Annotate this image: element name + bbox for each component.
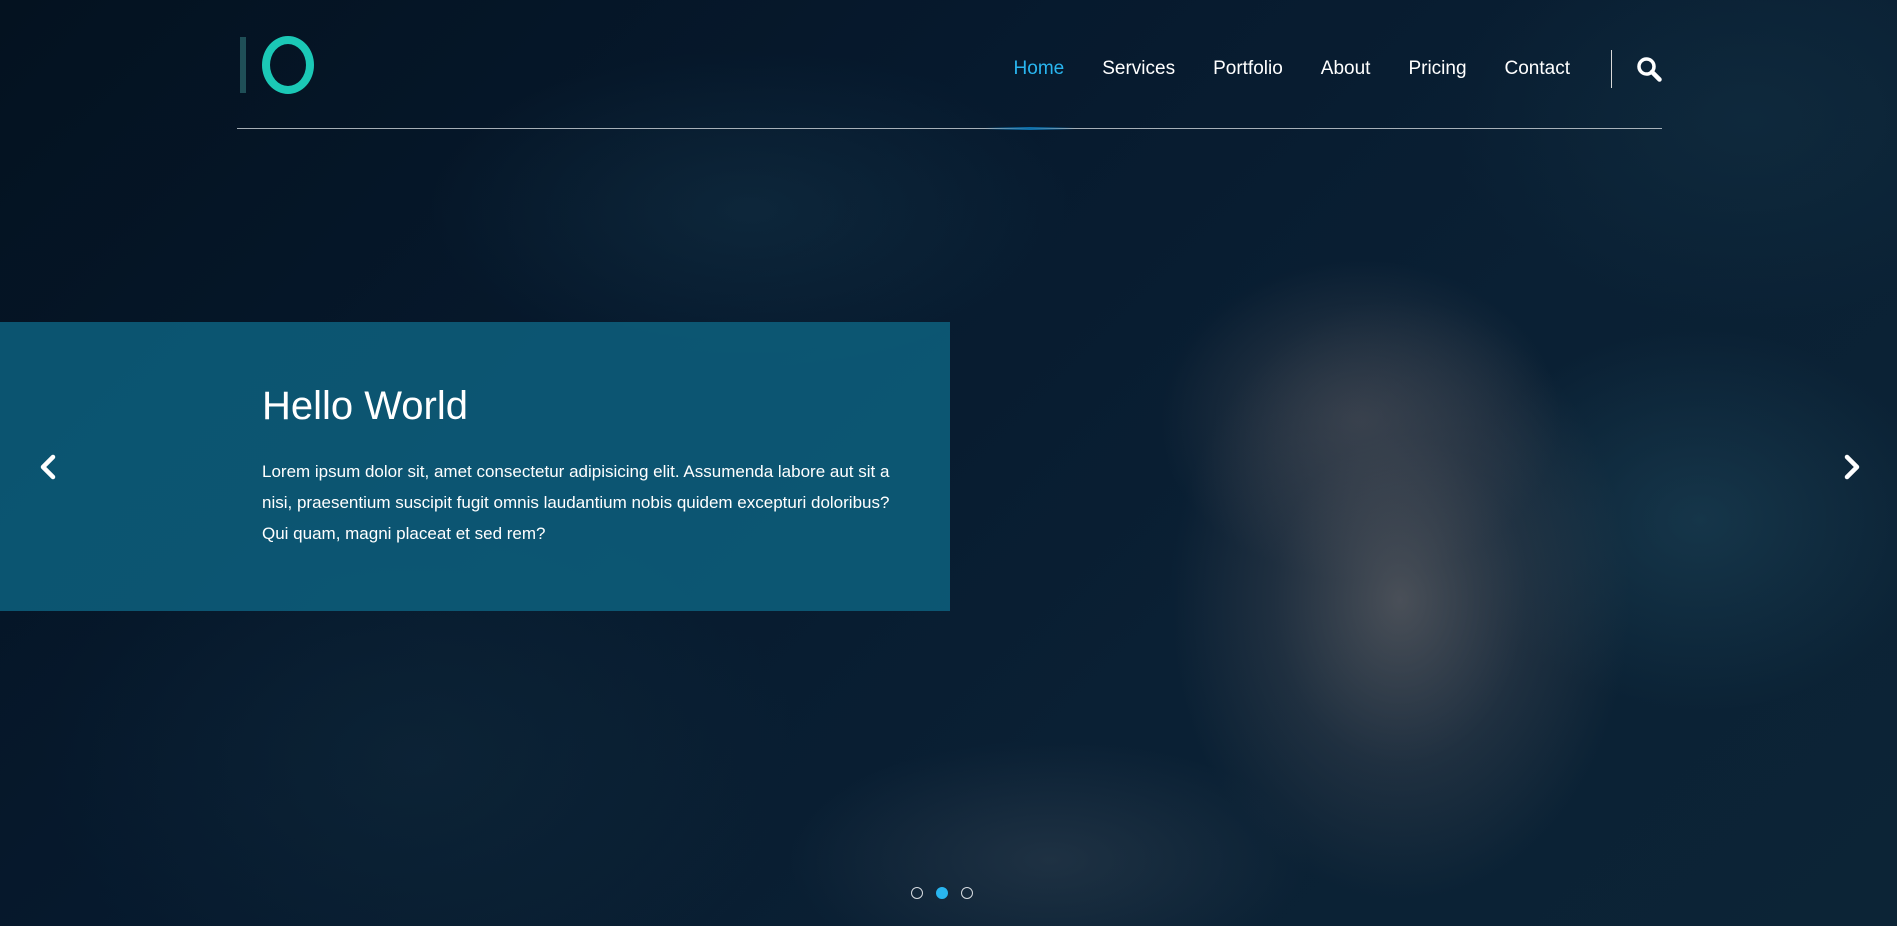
logo-ring bbox=[262, 36, 314, 94]
chevron-right-icon[interactable] bbox=[1836, 452, 1866, 482]
carousel-dot-3[interactable] bbox=[961, 887, 973, 899]
hero-carousel: Home Services Portfolio About Pricing Co… bbox=[0, 0, 1897, 926]
slide-caption-panel: Hello World Lorem ipsum dolor sit, amet … bbox=[0, 322, 950, 611]
nav-services[interactable]: Services bbox=[1102, 58, 1175, 80]
chevron-left-icon[interactable] bbox=[34, 452, 64, 482]
slide-text: Lorem ipsum dolor sit, amet consectetur … bbox=[262, 462, 890, 543]
main-nav: Home Services Portfolio About Pricing Co… bbox=[976, 54, 1570, 84]
nav-pricing[interactable]: Pricing bbox=[1408, 58, 1466, 80]
carousel-indicators bbox=[911, 887, 986, 899]
active-nav-indicator bbox=[985, 127, 1075, 130]
logo[interactable] bbox=[240, 36, 314, 94]
slide-title: Hello World bbox=[262, 384, 468, 428]
nav-home[interactable]: Home bbox=[1014, 58, 1065, 80]
header-divider-line bbox=[237, 128, 1662, 129]
logo-bar bbox=[240, 37, 246, 93]
nav-about[interactable]: About bbox=[1321, 58, 1371, 80]
nav-portfolio[interactable]: Portfolio bbox=[1213, 58, 1283, 80]
carousel-dot-1[interactable] bbox=[911, 887, 923, 899]
carousel-dot-2[interactable] bbox=[936, 887, 948, 899]
nav-divider bbox=[1611, 50, 1612, 88]
search-icon[interactable] bbox=[1635, 55, 1663, 83]
nav-contact[interactable]: Contact bbox=[1505, 58, 1570, 80]
